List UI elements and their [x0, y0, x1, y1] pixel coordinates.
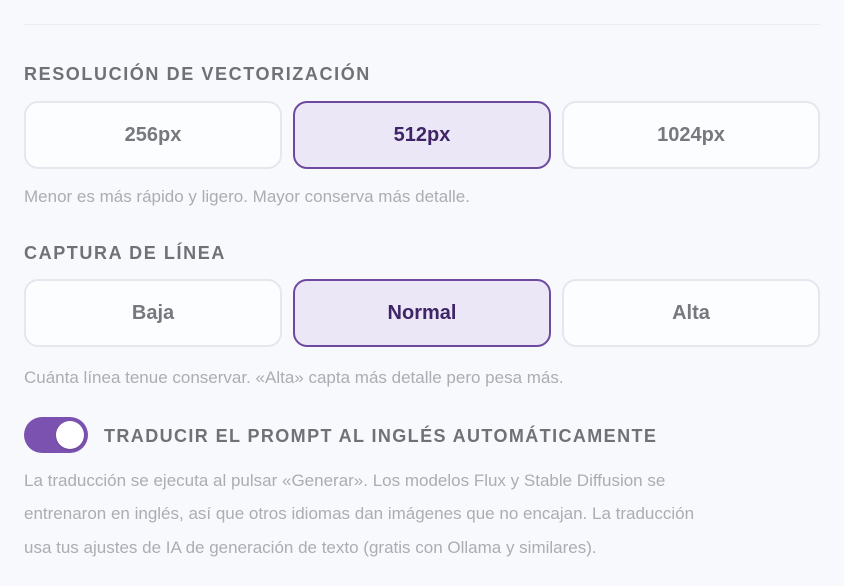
translate-description-line-2: entrenaron en inglés, así que otros idio… [24, 504, 695, 523]
resolution-option-256px[interactable]: 256px [24, 101, 282, 169]
line-capture-option-normal[interactable]: Normal [293, 279, 551, 347]
line-capture-selector: Baja Normal Alta [24, 279, 820, 347]
resolution-title: RESOLUCIÓN DE VECTORIZACIÓN [24, 64, 371, 84]
translate-toggle-label: TRADUCIR EL PROMPT AL INGLÉS AUTOMÁTICAM… [104, 426, 658, 446]
translate-toggle[interactable] [24, 417, 88, 453]
resolution-option-1024px[interactable]: 1024px [562, 101, 820, 169]
toggle-knob [56, 421, 84, 449]
top-divider [24, 24, 820, 25]
line-capture-title: CAPTURA DE LÍNEA [24, 243, 226, 263]
translate-description-line-1: La traducción se ejecuta al pulsar «Gene… [24, 471, 666, 490]
resolution-option-512px[interactable]: 512px [293, 101, 551, 169]
resolution-hint: Menor es más rápido y ligero. Mayor cons… [24, 187, 470, 206]
line-capture-option-baja[interactable]: Baja [24, 279, 282, 347]
translate-description-line-3: usa tus ajustes de IA de generación de t… [24, 538, 597, 557]
line-capture-hint: Cuánta línea tenue conservar. «Alta» cap… [24, 368, 564, 387]
line-capture-option-alta[interactable]: Alta [562, 279, 820, 347]
resolution-selector: 256px 512px 1024px [24, 101, 820, 169]
